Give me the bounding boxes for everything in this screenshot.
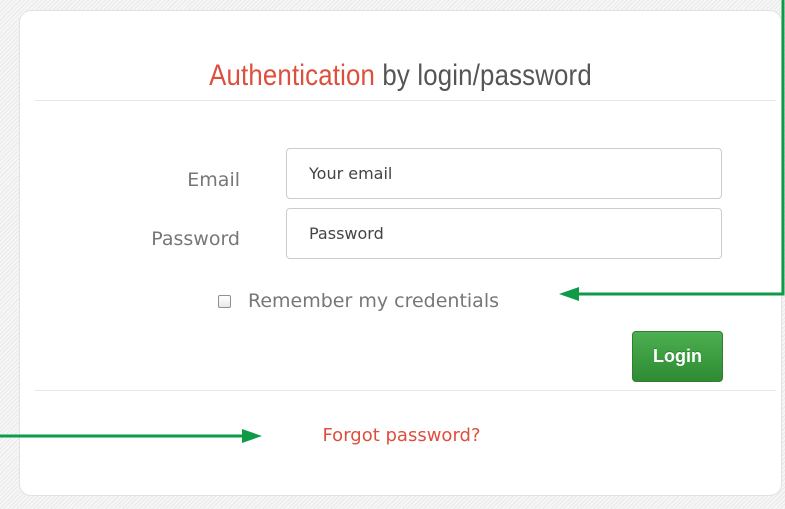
footer-divider xyxy=(35,390,776,391)
remember-me-row[interactable]: Remember my credentials xyxy=(218,290,499,312)
title-accent: Authentication xyxy=(209,59,376,92)
title-rest: by login/password xyxy=(375,59,592,92)
title-divider xyxy=(35,100,776,101)
email-label: Email xyxy=(187,169,240,191)
login-button[interactable]: Login xyxy=(632,331,723,382)
email-field[interactable] xyxy=(286,148,722,199)
password-label: Password xyxy=(151,228,240,250)
login-panel: Authentication by login/password Email P… xyxy=(19,10,782,496)
remember-me-label[interactable]: Remember my credentials xyxy=(248,290,499,312)
page-title: Authentication by login/password xyxy=(73,59,727,93)
forgot-password-link[interactable]: Forgot password? xyxy=(20,425,783,446)
remember-me-checkbox[interactable] xyxy=(218,294,231,308)
password-field[interactable] xyxy=(286,208,722,259)
